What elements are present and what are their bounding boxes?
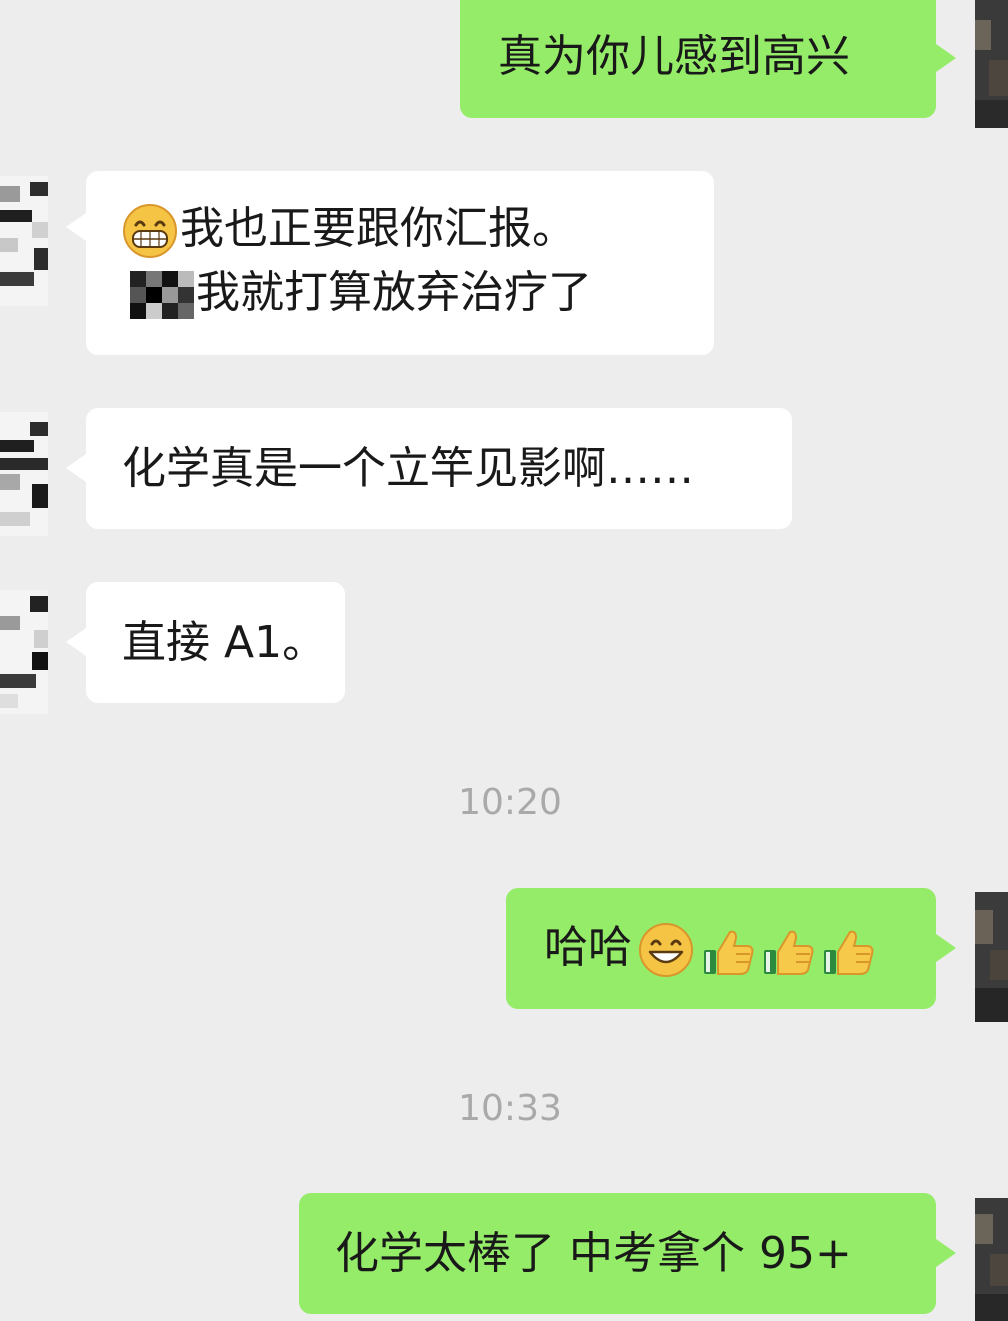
message-text: 哈哈	[544, 922, 632, 973]
my-avatar[interactable]	[975, 892, 1008, 1022]
received-message-bubble[interactable]: 直接 A1。	[66, 582, 345, 703]
my-avatar[interactable]	[975, 1198, 1008, 1321]
redacted-mosaic	[130, 271, 196, 319]
message-text: 我就打算放弃治疗了	[196, 267, 592, 318]
bubble-tail	[936, 44, 956, 72]
message-text: 直接 A1。	[122, 617, 327, 668]
message-text: 真为你儿感到高兴	[498, 31, 850, 82]
received-message-bubble[interactable]: 化学真是一个立竿见影啊……	[66, 408, 792, 529]
chat-window: 真为你儿感到高兴 我也正要跟你汇报。 我就打算放弃治疗了 化学真是一个立竿见影啊…	[0, 0, 1008, 1321]
thumbs-up-icon	[760, 922, 816, 978]
contact-avatar[interactable]	[0, 176, 48, 306]
grin-emoji	[122, 203, 178, 259]
message-text: 化学太棒了 中考拿个 95+	[335, 1228, 852, 1279]
bubble-tail	[66, 213, 86, 241]
sent-message-bubble[interactable]: 真为你儿感到高兴	[460, 0, 956, 118]
contact-avatar[interactable]	[0, 590, 48, 714]
received-message-bubble[interactable]: 我也正要跟你汇报。 我就打算放弃治疗了	[66, 171, 714, 355]
timestamp: 10:33	[458, 1088, 562, 1129]
message-text: 我也正要跟你汇报。	[180, 203, 576, 254]
sent-message-bubble[interactable]: 哈哈	[506, 888, 956, 1009]
smile-emoji	[638, 922, 694, 978]
bubble-tail	[936, 934, 956, 962]
timestamp: 10:20	[458, 782, 562, 823]
bubble-tail	[66, 454, 86, 482]
thumbs-up-icon	[700, 922, 756, 978]
message-text: 化学真是一个立竿见影啊……	[122, 443, 694, 494]
message-line-1: 我也正要跟你汇报。	[122, 197, 714, 261]
bubble-tail	[66, 628, 86, 656]
bubble-tail	[936, 1239, 956, 1267]
message-line-2: 我就打算放弃治疗了	[122, 261, 714, 325]
my-avatar[interactable]	[975, 0, 1008, 128]
thumbs-up-icon	[820, 922, 876, 978]
contact-avatar[interactable]	[0, 412, 48, 536]
sent-message-bubble[interactable]: 化学太棒了 中考拿个 95+	[299, 1193, 956, 1314]
